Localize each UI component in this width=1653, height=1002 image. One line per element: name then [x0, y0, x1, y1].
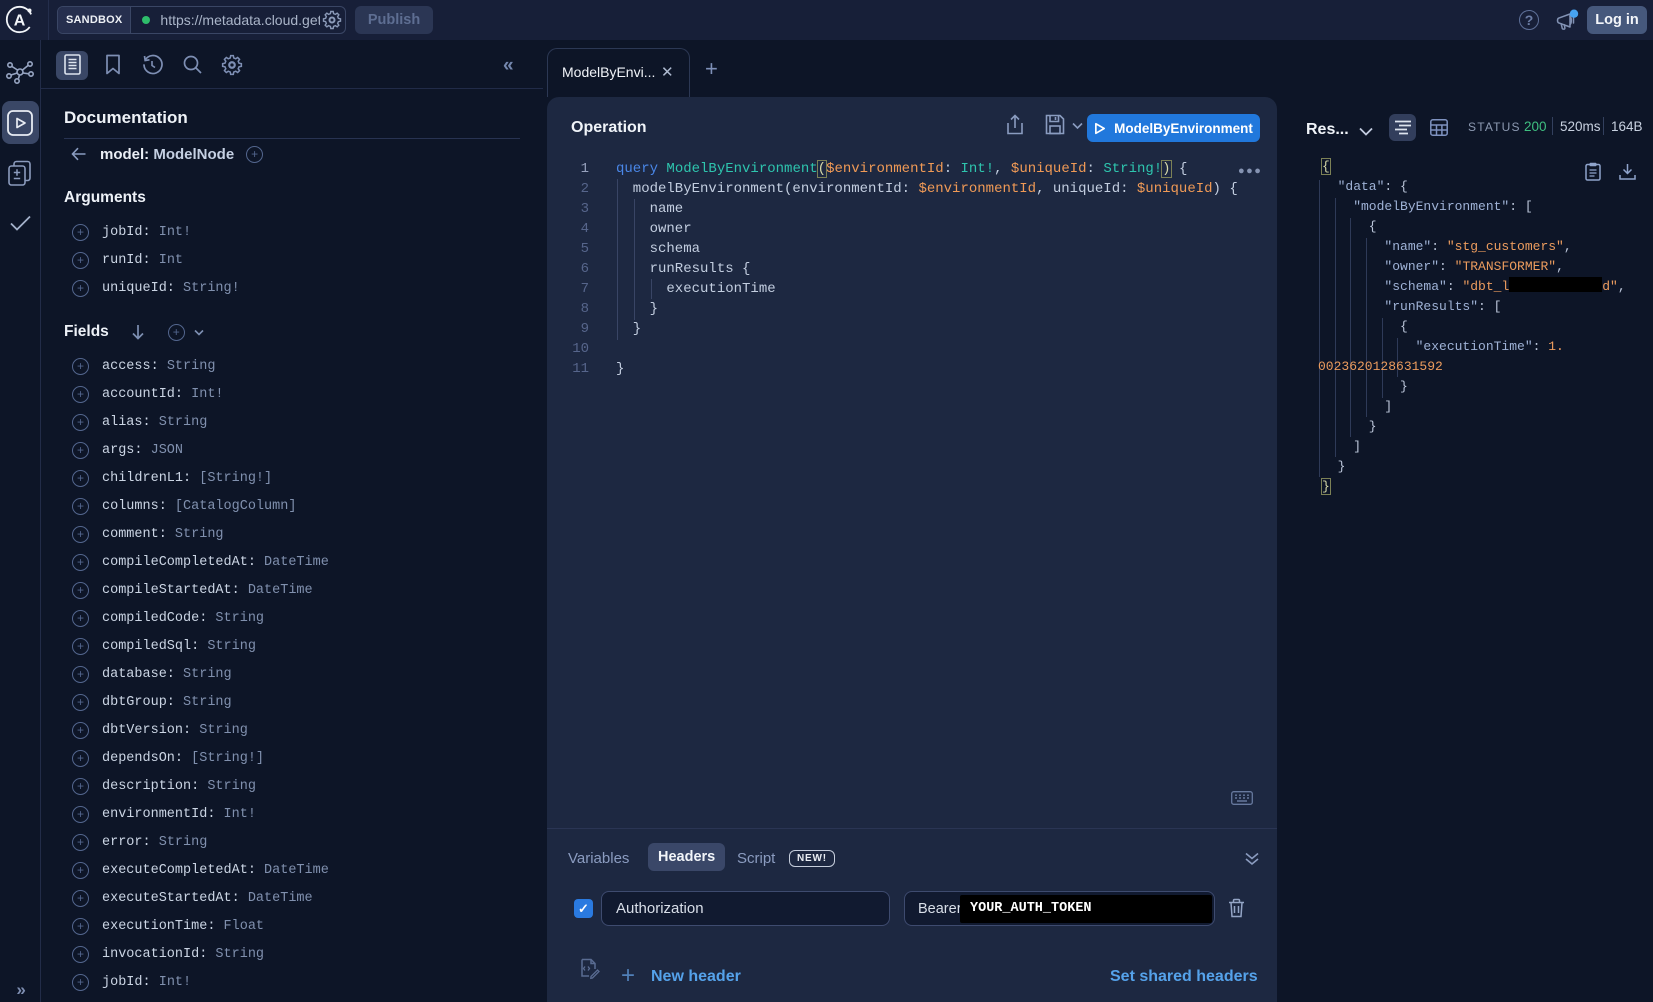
svg-text:A: A: [14, 13, 26, 30]
